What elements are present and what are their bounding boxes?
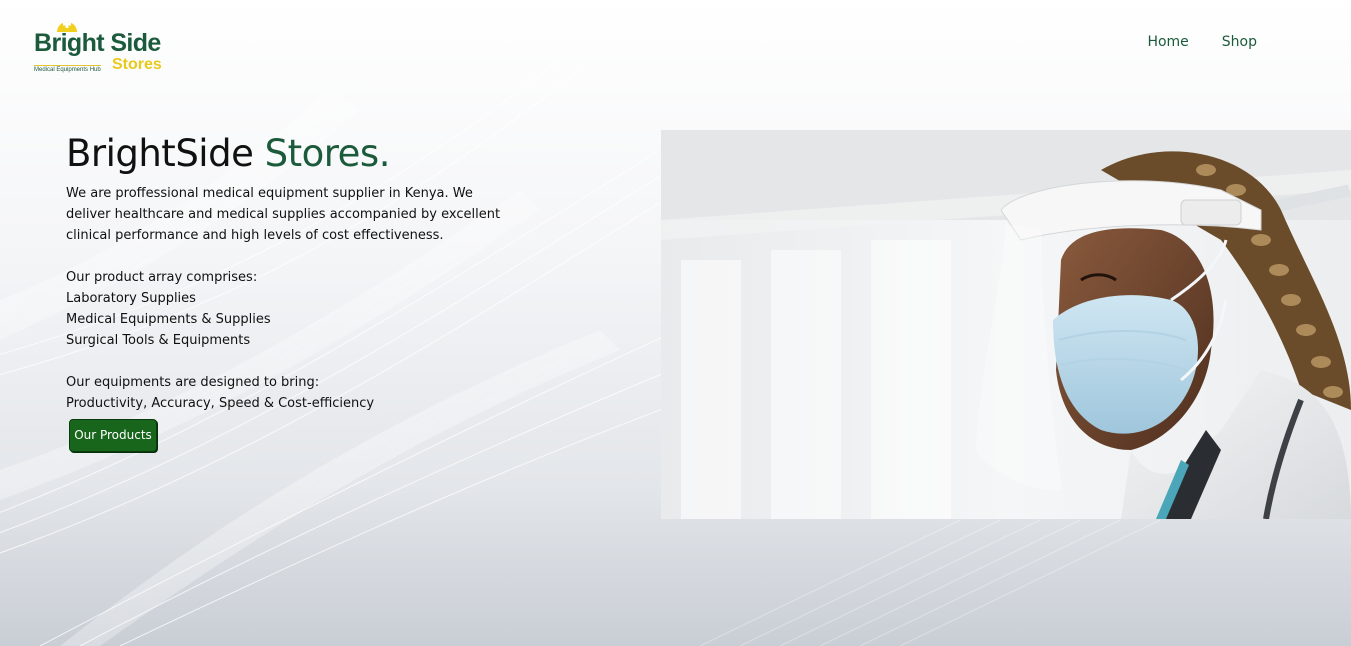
product-array: Our product array comprises: Laboratory … (66, 267, 536, 351)
hero-intro: We are proffessional medical equipment s… (66, 183, 536, 246)
products-heading: Our product array comprises: (66, 270, 258, 285)
our-products-button[interactable]: Our Products (69, 419, 157, 452)
benefits-text: Productivity, Accuracy, Speed & Cost-eff… (66, 396, 375, 411)
logo-tagline: Medical Equipments Hub (34, 65, 101, 73)
product-item: Surgical Tools & Equipments (66, 333, 251, 348)
main-nav: Home Shop (1147, 33, 1257, 51)
benefits: Our equipments are designed to bring: Pr… (66, 372, 536, 414)
product-item: Laboratory Supplies (66, 291, 196, 306)
nav-shop-link[interactable]: Shop (1222, 33, 1257, 51)
product-item: Medical Equipments & Supplies (66, 312, 271, 327)
intro-line: clinical performance and high levels of … (66, 228, 444, 243)
site-logo[interactable]: Bright Side Medical Equipments Hub Store… (34, 18, 174, 76)
hero-section: BrightSide Stores. We are proffessional … (66, 130, 536, 414)
healthcare-worker-photo (661, 130, 1351, 519)
intro-line: We are proffessional medical equipment s… (66, 186, 473, 201)
hero-title: BrightSide Stores. (66, 130, 536, 178)
hero-title-accent: Stores (264, 132, 380, 175)
hero-photo (661, 130, 1351, 519)
hero-title-period: . (378, 132, 391, 175)
benefits-heading: Our equipments are designed to bring: (66, 375, 320, 390)
nav-home-link[interactable]: Home (1147, 33, 1188, 51)
logo-name-bottom: Stores (112, 56, 162, 73)
hero-title-part1: BrightSide (66, 132, 265, 175)
logo-name-top: Bright Side (34, 29, 161, 57)
intro-line: deliver healthcare and medical supplies … (66, 207, 501, 222)
